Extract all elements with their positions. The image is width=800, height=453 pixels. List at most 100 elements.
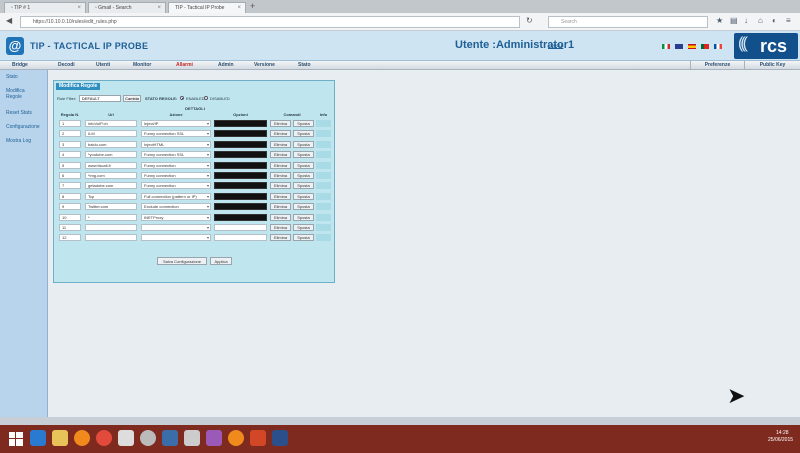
rule-action-select[interactable]: Funny connection SSL <box>141 151 211 159</box>
browser-tab-3[interactable]: TIP - Tactical IP Probe × <box>168 2 246 13</box>
logout-link[interactable]: Logout <box>548 43 563 49</box>
flag-pt-icon[interactable] <box>701 44 709 49</box>
menu-monitor[interactable]: Monitor <box>133 62 151 68</box>
browser-tab-1[interactable]: ▫ TIP # 1 × <box>4 2 86 13</box>
rule-options-field[interactable] <box>214 213 267 221</box>
menu-public-key[interactable]: Public Key <box>744 61 800 70</box>
rule-options-field[interactable] <box>214 234 267 242</box>
close-icon[interactable]: × <box>77 3 81 13</box>
rule-action-select[interactable]: Funny connection <box>141 172 211 179</box>
rule-options-field[interactable] <box>214 120 267 127</box>
menu-utenti[interactable]: Utenti <box>96 62 110 68</box>
move-rule-button[interactable]: Sposta <box>293 120 314 127</box>
powerpoint-icon[interactable] <box>250 430 266 446</box>
chrome-icon[interactable] <box>96 430 112 446</box>
delete-rule-button[interactable]: Elimina <box>270 182 291 190</box>
pocket-icon[interactable]: ◐ <box>772 16 777 25</box>
app-icon-2[interactable] <box>140 430 156 446</box>
home-icon[interactable]: ⌂ <box>758 16 763 25</box>
move-rule-button[interactable]: Sposta <box>293 151 314 159</box>
rule-action-select[interactable]: Inject/IP <box>141 120 211 127</box>
sidebar-item-configurazione[interactable]: Configurazione <box>6 124 40 130</box>
close-icon[interactable]: × <box>237 3 241 13</box>
rule-url-field[interactable]: Tcp <box>85 192 137 200</box>
move-rule-button[interactable]: Sposta <box>293 130 314 138</box>
rule-number-field[interactable]: 9 <box>59 203 81 211</box>
delete-rule-button[interactable]: Elimina <box>270 161 291 169</box>
reload-icon[interactable]: ↻ <box>526 16 533 25</box>
rule-options-field[interactable] <box>214 161 267 169</box>
move-rule-button[interactable]: Sposta <box>293 182 314 190</box>
delete-rule-button[interactable]: Elimina <box>270 172 291 179</box>
sidebar-item-modifica-regole[interactable]: Modifica Regole <box>6 88 36 100</box>
rule-number-field[interactable]: 7 <box>59 182 81 190</box>
rule-options-field[interactable] <box>214 172 267 179</box>
move-rule-button[interactable]: Sposta <box>293 234 314 242</box>
delete-rule-button[interactable]: Elimina <box>270 140 291 148</box>
disabled-radio[interactable] <box>204 96 208 100</box>
menu-versione[interactable]: Versione <box>254 62 275 68</box>
rule-number-field[interactable]: 10 <box>59 213 81 221</box>
search-input[interactable]: Search <box>548 16 708 28</box>
rule-action-select[interactable] <box>141 224 211 231</box>
rule-options-field[interactable] <box>214 182 267 190</box>
menu-icon[interactable]: ≡ <box>786 16 791 25</box>
rule-action-select[interactable]: INETProxy <box>141 213 211 221</box>
move-rule-button[interactable]: Sposta <box>293 192 314 200</box>
menu-stato[interactable]: Stato <box>298 62 311 68</box>
windows-start-icon[interactable] <box>9 432 23 446</box>
firefox-window-icon[interactable] <box>228 430 244 446</box>
rule-url-field[interactable]: *img.com <box>85 172 137 179</box>
flag-it-icon[interactable] <box>662 44 670 49</box>
ie-icon[interactable] <box>30 430 46 446</box>
rule-action-select[interactable]: Funny connection <box>141 161 211 169</box>
rule-url-field[interactable]: infoVoIP.ch <box>85 120 137 127</box>
rule-options-field[interactable] <box>214 140 267 148</box>
address-bar[interactable]: https://10.10.0.10/rules/edit_rules.php <box>20 16 520 28</box>
save-config-button[interactable]: Salva Configurazione <box>157 257 207 265</box>
rule-url-field[interactable]: baidu.com <box>85 140 137 148</box>
flag-fr-icon[interactable] <box>714 44 722 49</box>
delete-rule-button[interactable]: Elimina <box>270 213 291 221</box>
rule-number-field[interactable]: 3 <box>59 140 81 148</box>
rule-number-field[interactable]: 4 <box>59 151 81 159</box>
app-icon-5[interactable] <box>206 430 222 446</box>
back-icon[interactable]: ◀ <box>6 16 12 25</box>
delete-rule-button[interactable]: Elimina <box>270 151 291 159</box>
rule-options-field[interactable] <box>214 130 267 138</box>
rule-options-field[interactable] <box>214 224 267 231</box>
sidebar-item-mostra-log[interactable]: Mostra Log <box>6 138 31 144</box>
app-icon-6[interactable] <box>272 430 288 446</box>
rule-number-field[interactable]: 5 <box>59 161 81 169</box>
rule-options-field[interactable] <box>214 151 267 159</box>
close-icon[interactable]: × <box>157 3 161 13</box>
move-rule-button[interactable]: Sposta <box>293 140 314 148</box>
rule-url-field[interactable]: ILM <box>85 130 137 138</box>
rule-url-field[interactable]: *youtube.com <box>85 151 137 159</box>
download-icon[interactable]: ↓ <box>744 16 748 25</box>
rule-action-select[interactable]: InjectHTML <box>141 140 211 148</box>
menu-preferenze[interactable]: Preferenze <box>690 61 744 70</box>
enabled-radio[interactable] <box>180 96 184 100</box>
rule-number-field[interactable]: 1 <box>59 120 81 127</box>
rule-options-field[interactable] <box>214 203 267 211</box>
menu-admin[interactable]: Admin <box>218 62 234 68</box>
flag-es-icon[interactable] <box>688 44 696 49</box>
apply-button[interactable]: Applica <box>210 257 232 265</box>
rule-url-field[interactable] <box>85 224 137 231</box>
app-icon-4[interactable] <box>184 430 200 446</box>
move-rule-button[interactable]: Sposta <box>293 161 314 169</box>
move-rule-button[interactable]: Sposta <box>293 224 314 231</box>
menu-decodi[interactable]: Decodi <box>58 62 75 68</box>
menu-bridge[interactable]: Bridge <box>12 62 28 68</box>
rule-number-field[interactable]: 2 <box>59 130 81 138</box>
rule-url-field[interactable]: getadobe.com <box>85 182 137 190</box>
delete-rule-button[interactable]: Elimina <box>270 192 291 200</box>
move-rule-button[interactable]: Sposta <box>293 203 314 211</box>
app-icon-3[interactable] <box>162 430 178 446</box>
reading-list-icon[interactable]: ▤ <box>730 16 738 25</box>
rule-number-field[interactable]: 12 <box>59 234 81 242</box>
move-rule-button[interactable]: Sposta <box>293 172 314 179</box>
file-explorer-icon[interactable] <box>52 430 68 446</box>
rule-action-select[interactable] <box>141 234 211 242</box>
